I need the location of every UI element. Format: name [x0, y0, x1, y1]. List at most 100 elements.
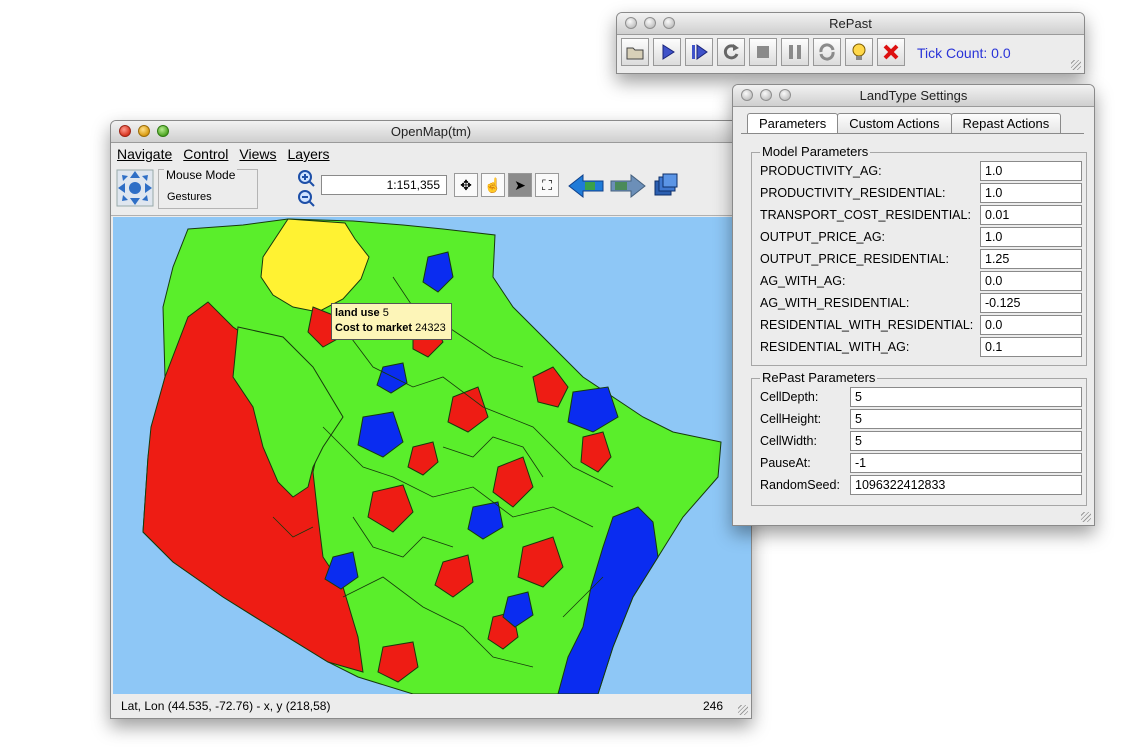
- window-title: LandType Settings: [859, 88, 968, 103]
- parameter-value-field[interactable]: 1.25: [980, 249, 1082, 269]
- parameters-panel: Model Parameters PRODUCTIVITY_AG: 1.0 PROD…: [741, 133, 1087, 514]
- parameter-row: CellDepth: 5: [760, 387, 1086, 409]
- parameter-row: RESIDENTIAL_WITH_AG: 0.1: [760, 337, 1086, 359]
- parameter-label: PRODUCTIVITY_RESIDENTIAL:: [760, 186, 946, 200]
- parameter-value-field[interactable]: 1.0: [980, 161, 1082, 181]
- forward-projection-icon[interactable]: [609, 173, 647, 199]
- parameter-label: PRODUCTIVITY_AG:: [760, 164, 882, 178]
- select-mode-button[interactable]: ➤: [508, 173, 532, 197]
- openmap-window: OpenMap(tm) Navigate Control Views Layer…: [110, 120, 752, 719]
- window-title: RePast: [829, 16, 872, 31]
- model-parameters-group: Model Parameters PRODUCTIVITY_AG: 1.0 PROD…: [751, 144, 1087, 366]
- parameter-value-field[interactable]: -1: [850, 453, 1082, 473]
- cost-label: Cost to market: [335, 322, 413, 334]
- arrow-cursor-icon: ➤: [514, 177, 526, 193]
- step-icon: [692, 44, 708, 60]
- parameter-row: TRANSPORT_COST_RESIDENTIAL: 0.01: [760, 205, 1086, 227]
- layers-icon[interactable]: [651, 173, 681, 199]
- zoom-box-icon: ⛶: [542, 177, 552, 193]
- mouse-mode-group[interactable]: Mouse Mode Gestures: [158, 168, 258, 209]
- pause-button[interactable]: [781, 38, 809, 66]
- parameter-value-field[interactable]: 5: [850, 409, 1082, 429]
- coordinate-readout: Lat, Lon (44.535, -72.76) - x, y (218,58…: [121, 699, 331, 713]
- parameter-label: CellDepth:: [760, 390, 819, 404]
- parameter-row: PauseAt: -1: [760, 453, 1086, 475]
- openmap-titlebar[interactable]: OpenMap(tm): [111, 121, 751, 143]
- settings-bulb-button[interactable]: [845, 38, 873, 66]
- repast-titlebar[interactable]: RePast: [617, 13, 1084, 35]
- parameter-label: PauseAt:: [760, 456, 811, 470]
- parameter-row: RandomSeed: 1096322412833: [760, 475, 1086, 497]
- step-button[interactable]: [685, 38, 713, 66]
- tab-repast-actions[interactable]: Repast Actions: [950, 113, 1062, 133]
- settings-titlebar[interactable]: LandType Settings: [733, 85, 1094, 107]
- scale-input[interactable]: 1:151,355: [321, 175, 447, 195]
- parameter-value-field[interactable]: 5: [850, 431, 1082, 451]
- mouse-mode-value: Gestures: [167, 191, 212, 203]
- pan-mode-button[interactable]: ✥: [454, 173, 478, 197]
- parameter-value-field[interactable]: 0.1: [980, 337, 1082, 357]
- parameter-label: CellWidth:: [760, 434, 817, 448]
- exit-button[interactable]: [877, 38, 905, 66]
- resize-grip[interactable]: [738, 705, 748, 715]
- parameter-value-field[interactable]: 0.01: [980, 205, 1082, 225]
- mouse-mode-label: Mouse Mode: [164, 168, 238, 182]
- parameter-row: CellHeight: 5: [760, 409, 1086, 431]
- parameter-value-field[interactable]: 5: [850, 387, 1082, 407]
- parameter-value-field[interactable]: -0.125: [980, 293, 1082, 313]
- parameter-row: CellWidth: 5: [760, 431, 1086, 453]
- parameter-value-field[interactable]: 1096322412833: [850, 475, 1082, 495]
- resize-grip[interactable]: [1081, 512, 1091, 522]
- parameter-label: RandomSeed:: [760, 478, 840, 492]
- zoom-box-button[interactable]: ⛶: [535, 173, 559, 197]
- back-projection-icon[interactable]: [567, 173, 605, 199]
- play-icon: [662, 44, 675, 60]
- menu-navigate[interactable]: Navigate: [117, 146, 172, 162]
- open-icon: [626, 47, 644, 60]
- bulb-icon: [852, 43, 866, 60]
- parameter-label: TRANSPORT_COST_RESIDENTIAL:: [760, 208, 971, 222]
- parameter-row: AG_WITH_AG: 0.0: [760, 271, 1086, 293]
- gesture-mode-button[interactable]: ☝: [481, 173, 505, 197]
- resize-grip[interactable]: [1071, 60, 1081, 70]
- parameter-value-field[interactable]: 0.0: [980, 315, 1082, 335]
- pan-navigation-icon[interactable]: [116, 169, 154, 207]
- reload-button[interactable]: [717, 38, 745, 66]
- menu-views[interactable]: Views: [239, 146, 276, 162]
- zoom-in-icon[interactable]: [297, 169, 315, 187]
- settings-window: LandType Settings Parameters Custom Acti…: [732, 84, 1095, 526]
- tab-parameters[interactable]: Parameters: [747, 113, 839, 133]
- window-title: OpenMap(tm): [390, 124, 472, 139]
- menu-layers[interactable]: Layers: [288, 146, 330, 162]
- parameter-value-field[interactable]: 1.0: [980, 227, 1082, 247]
- map-canvas[interactable]: [113, 217, 751, 694]
- repast-parameters-group: RePast Parameters CellDepth: 5 CellHeight:…: [751, 370, 1087, 506]
- tab-custom-actions[interactable]: Custom Actions: [837, 113, 952, 133]
- open-button[interactable]: [621, 38, 649, 66]
- parameter-value-field[interactable]: 0.0: [980, 271, 1082, 291]
- move-icon: ✥: [460, 177, 472, 193]
- menu-bar: Navigate Control Views Layers: [111, 143, 751, 165]
- repast-window: RePast Tick Count: 0.0: [616, 12, 1085, 74]
- zoom-out-icon[interactable]: [297, 189, 315, 207]
- stop-icon: [757, 46, 769, 58]
- hand-icon: ☝: [484, 177, 502, 193]
- map-toolbar: Mouse Mode Gestures 1:151,355 ✥ ☝ ➤ ⛶: [111, 165, 751, 216]
- play-button[interactable]: [653, 38, 681, 66]
- stop-button[interactable]: [749, 38, 777, 66]
- parameter-label: AG_WITH_RESIDENTIAL:: [760, 296, 910, 310]
- parameter-label: OUTPUT_PRICE_AG:: [760, 230, 886, 244]
- model-parameters-title: Model Parameters: [760, 144, 871, 159]
- land-use-label: land use: [335, 307, 380, 319]
- cost-value: 24323: [415, 322, 446, 334]
- refresh-button[interactable]: [813, 38, 841, 66]
- parameter-value-field[interactable]: 1.0: [980, 183, 1082, 203]
- land-use-map[interactable]: [113, 217, 751, 694]
- exit-icon: [883, 44, 899, 60]
- menu-control[interactable]: Control: [183, 146, 228, 162]
- parameter-row: OUTPUT_PRICE_RESIDENTIAL: 1.25: [760, 249, 1086, 271]
- parameter-row: PRODUCTIVITY_RESIDENTIAL: 1.0: [760, 183, 1086, 205]
- refresh-icon: [819, 43, 835, 61]
- land-use-value: 5: [382, 307, 389, 319]
- status-number: 246: [702, 699, 723, 713]
